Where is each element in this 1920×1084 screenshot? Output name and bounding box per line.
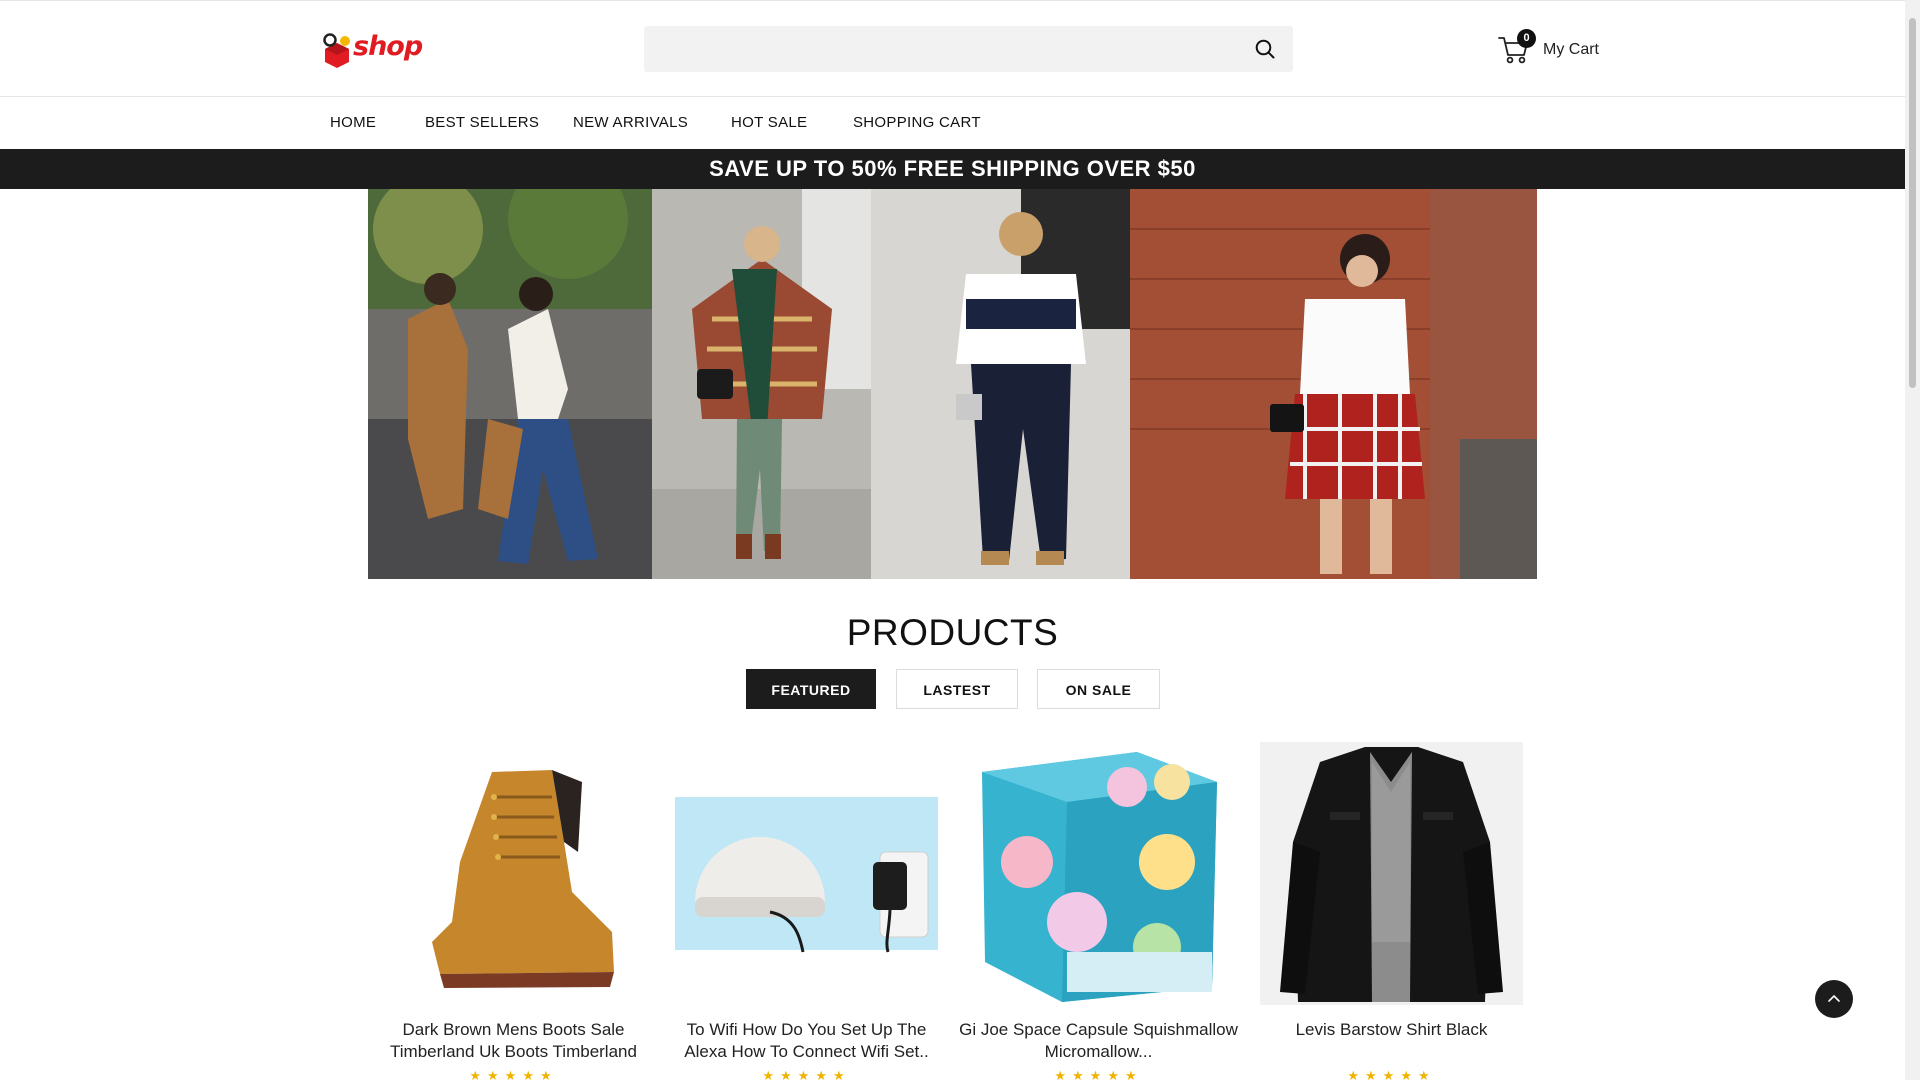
products-title: PRODUCTS [846, 612, 1059, 653]
nav-item-new-arrivals[interactable]: NEW ARRIVALS [573, 114, 688, 131]
tab-lastest[interactable]: LASTEST [896, 669, 1018, 709]
back-to-top-button[interactable] [1815, 980, 1853, 1018]
scrollbar-thumb[interactable] [1909, 18, 1916, 388]
tab-featured[interactable]: FEATURED [746, 669, 876, 709]
product-image[interactable] [1260, 742, 1523, 1005]
product-card: Dark Brown Mens Boots Sale Timberland Uk… [382, 742, 645, 1083]
hero-image-street-duo [368, 189, 652, 579]
cart-label: My Cart [1543, 41, 1599, 58]
tab-on-sale[interactable]: ON SALE [1037, 669, 1160, 709]
product-card: Levis Barstow Shirt Black ★★★★★ [1260, 742, 1523, 1083]
hero-image-plaid-poncho [652, 189, 871, 579]
page-scrollbar[interactable] [1905, 0, 1920, 1080]
product-name[interactable]: Gi Joe Space Capsule Squishmallow Microm… [957, 1019, 1240, 1063]
product-name[interactable]: Dark Brown Mens Boots Sale Timberland Uk… [372, 1019, 655, 1063]
logo-mark-icon [323, 33, 350, 68]
nav-item-hot-sale[interactable]: HOT SALE [731, 114, 807, 131]
hero-image-striped-tee [871, 189, 1130, 579]
logo[interactable]: shop [323, 31, 423, 69]
product-name[interactable]: To Wifi How Do You Set Up The Alexa How … [665, 1019, 948, 1063]
nav-item-shopping-cart[interactable]: SHOPPING CART [853, 114, 981, 131]
rating-stars: ★★★★★ [762, 1068, 851, 1083]
rating-stars: ★★★★★ [1347, 1068, 1436, 1083]
product-image[interactable] [675, 742, 938, 1005]
nav-item-best-sellers[interactable]: BEST SELLERS [425, 114, 539, 131]
product-name[interactable]: Levis Barstow Shirt Black [1250, 1019, 1533, 1063]
rating-stars: ★★★★★ [1054, 1068, 1143, 1083]
search-input[interactable] [644, 26, 1256, 72]
chevron-up-icon [1828, 994, 1840, 1002]
search-icon [1255, 39, 1275, 59]
promo-banner: SAVE UP TO 50% FREE SHIPPING OVER $50 [0, 149, 1905, 189]
search-bar [644, 26, 1293, 72]
logo-text: shop [353, 31, 423, 62]
main-nav: HOME BEST SELLERS NEW ARRIVALS HOT SALE … [0, 97, 1905, 149]
hero-banner[interactable] [368, 189, 1537, 579]
rating-stars: ★★★★★ [469, 1068, 558, 1083]
product-image[interactable] [967, 742, 1230, 1005]
product-card: To Wifi How Do You Set Up The Alexa How … [675, 742, 938, 1083]
product-image[interactable] [382, 742, 645, 1005]
cart-count-badge: 0 [1517, 29, 1536, 48]
nav-item-home[interactable]: HOME [330, 114, 376, 131]
cart-button[interactable]: 0 My Cart [1498, 29, 1608, 71]
product-card: Gi Joe Space Capsule Squishmallow Microm… [959, 742, 1238, 1083]
hero-image-plaid-skirt [1130, 189, 1537, 579]
site-header: shop 0 My Cart [0, 1, 1905, 97]
search-button[interactable] [1253, 37, 1277, 61]
